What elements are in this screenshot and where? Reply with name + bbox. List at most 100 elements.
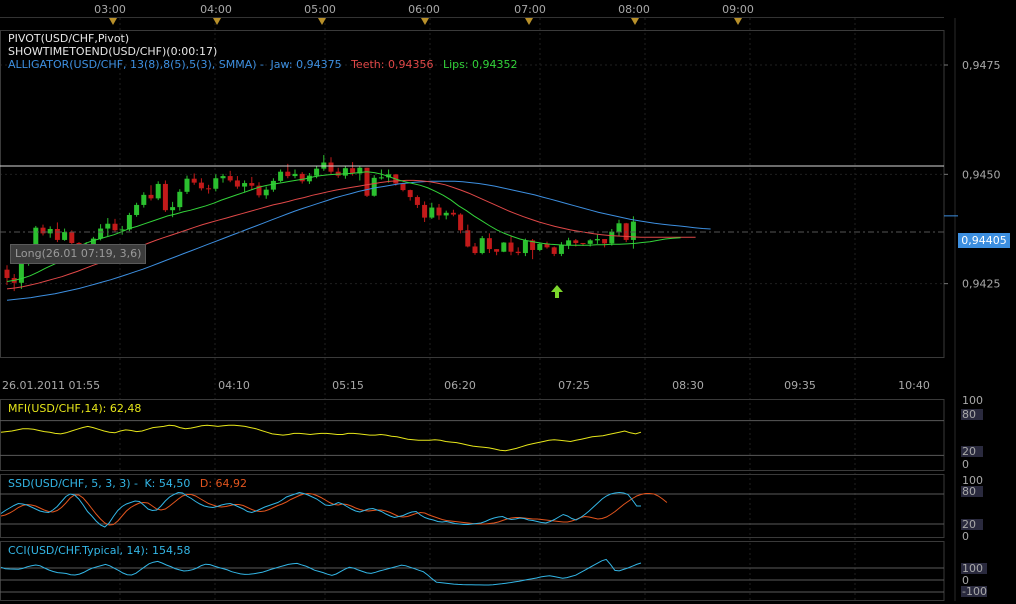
price-tick-label: 0,9450: [962, 168, 1001, 181]
candle-body: [270, 180, 276, 190]
candle-body: [170, 207, 176, 211]
candle-body: [249, 183, 255, 186]
mfi-tick-label: 80: [962, 408, 976, 421]
price-tick-label: 0,9425: [962, 278, 1001, 291]
candle-body: [508, 242, 514, 252]
candle-body: [486, 238, 492, 250]
candle-body: [126, 214, 132, 230]
candle-body: [551, 247, 557, 254]
candle-body: [4, 269, 10, 278]
candle-body: [414, 197, 420, 205]
candle-body: [422, 204, 428, 218]
candle-body: [573, 240, 579, 243]
candle-body: [609, 231, 615, 244]
candle-body: [429, 207, 435, 218]
candle-body: [328, 162, 334, 172]
candle-body: [148, 194, 154, 199]
candle-body: [285, 171, 291, 177]
candle-body: [292, 173, 298, 177]
candle-body: [443, 212, 449, 216]
candle-body: [242, 183, 248, 187]
candle-body: [594, 239, 600, 241]
candle-body: [220, 176, 226, 179]
candle-body: [105, 223, 111, 229]
alligator-legend: ALLIGATOR(USD/CHF, 13(8),8(5),5(3), SMMA…: [8, 58, 518, 71]
candle-body: [206, 188, 212, 190]
candle-body: [18, 263, 24, 283]
candle-body: [400, 183, 406, 191]
candle-body: [616, 223, 622, 232]
ssd-tick-label: 80: [962, 485, 976, 498]
candle-body: [314, 168, 320, 176]
top-time-label: 07:00: [514, 3, 546, 16]
candle-body: [69, 232, 75, 243]
top-time-label: 09:00: [722, 3, 754, 16]
lips-value: Lips: 0,94352: [442, 58, 518, 71]
candle-body: [580, 242, 586, 244]
top-time-label: 03:00: [94, 3, 126, 16]
candle-body: [522, 240, 528, 254]
alligator-label: ALLIGATOR(USD/CHF, 13(8),8(5),5(3), SMMA…: [8, 58, 264, 71]
candle-body: [537, 243, 543, 250]
bottom-time-label: 09:35: [784, 379, 816, 392]
cci-tick-label: -100: [962, 585, 987, 598]
bottom-time-label: 04:10: [218, 379, 250, 392]
candle-body: [472, 246, 478, 254]
candle-body: [155, 183, 161, 199]
candle-body: [278, 171, 284, 181]
bottom-time-label: 07:25: [558, 379, 590, 392]
candle-body: [558, 245, 564, 254]
candle-body: [184, 178, 190, 192]
ssd-tick-label: 0: [962, 530, 969, 543]
candle-body: [141, 194, 147, 205]
candle-body: [494, 249, 500, 252]
bottom-time-label: 10:40: [898, 379, 930, 392]
candle-body: [112, 223, 118, 231]
candle-body: [458, 214, 464, 231]
top-time-label: 08:00: [618, 3, 650, 16]
candle-body: [177, 191, 183, 208]
ssd-k-value: K: 54,50: [144, 477, 191, 490]
current-price-badge: 0,94405: [958, 233, 1010, 248]
candle-body: [515, 251, 521, 254]
cci-legend: CCI(USD/CHF.Typical, 14): 154,58: [8, 544, 191, 557]
pivot-legend: PIVOT(USD/CHF,Pivot): [8, 32, 130, 45]
candle-body: [47, 228, 53, 234]
candle-body: [436, 207, 442, 216]
candle-body: [465, 230, 471, 247]
candle-body: [62, 232, 68, 240]
candle-body: [191, 178, 197, 183]
bottom-time-label: 05:15: [332, 379, 364, 392]
candle-body: [98, 228, 104, 239]
bottom-time-label: 08:30: [672, 379, 704, 392]
candle-body: [213, 178, 219, 189]
bottom-time-label: 06:20: [444, 379, 476, 392]
candle-body: [407, 190, 413, 198]
candle-body: [162, 183, 168, 211]
bottom-time-label: 26.01.2011 01:55: [2, 379, 100, 392]
candle-body: [450, 212, 456, 215]
candle-body: [342, 168, 348, 176]
candle-body: [602, 239, 608, 244]
candle-body: [234, 180, 240, 187]
top-time-label: 05:00: [304, 3, 336, 16]
ssd-d-value: D: 64,92: [199, 477, 248, 490]
candle-body: [54, 228, 60, 240]
showtime-legend: SHOWTIMETOEND(USD/CHF)(0:00:17): [8, 45, 218, 58]
mfi-tick-label: 0: [962, 458, 969, 471]
ssd-label: SSD(USD/CHF, 5, 3, 3) -: [8, 477, 138, 490]
candle-body: [566, 240, 572, 246]
mfi-tick-label: 20: [962, 445, 976, 458]
candle-body: [263, 189, 269, 196]
candle-body: [371, 177, 377, 196]
candle-body: [198, 182, 204, 189]
candle-body: [227, 176, 233, 181]
chart-canvas[interactable]: 03:00 04:00 05:00 06:00 07:00 08:00 09:00 0,94…: [0, 0, 1016, 601]
candle-body: [479, 238, 485, 254]
position-label[interactable]: Long(26.01 07:19, 3,6): [10, 244, 147, 264]
trading-chart-window: 03:00 04:00 05:00 06:00 07:00 08:00 09:00 0,94…: [0, 0, 1016, 601]
teeth-value: Teeth: 0,94356: [351, 58, 434, 71]
candle-body: [299, 173, 305, 182]
mfi-legend: MFI(USD/CHF,14): 62,48: [8, 402, 142, 415]
top-time-label: 04:00: [200, 3, 232, 16]
